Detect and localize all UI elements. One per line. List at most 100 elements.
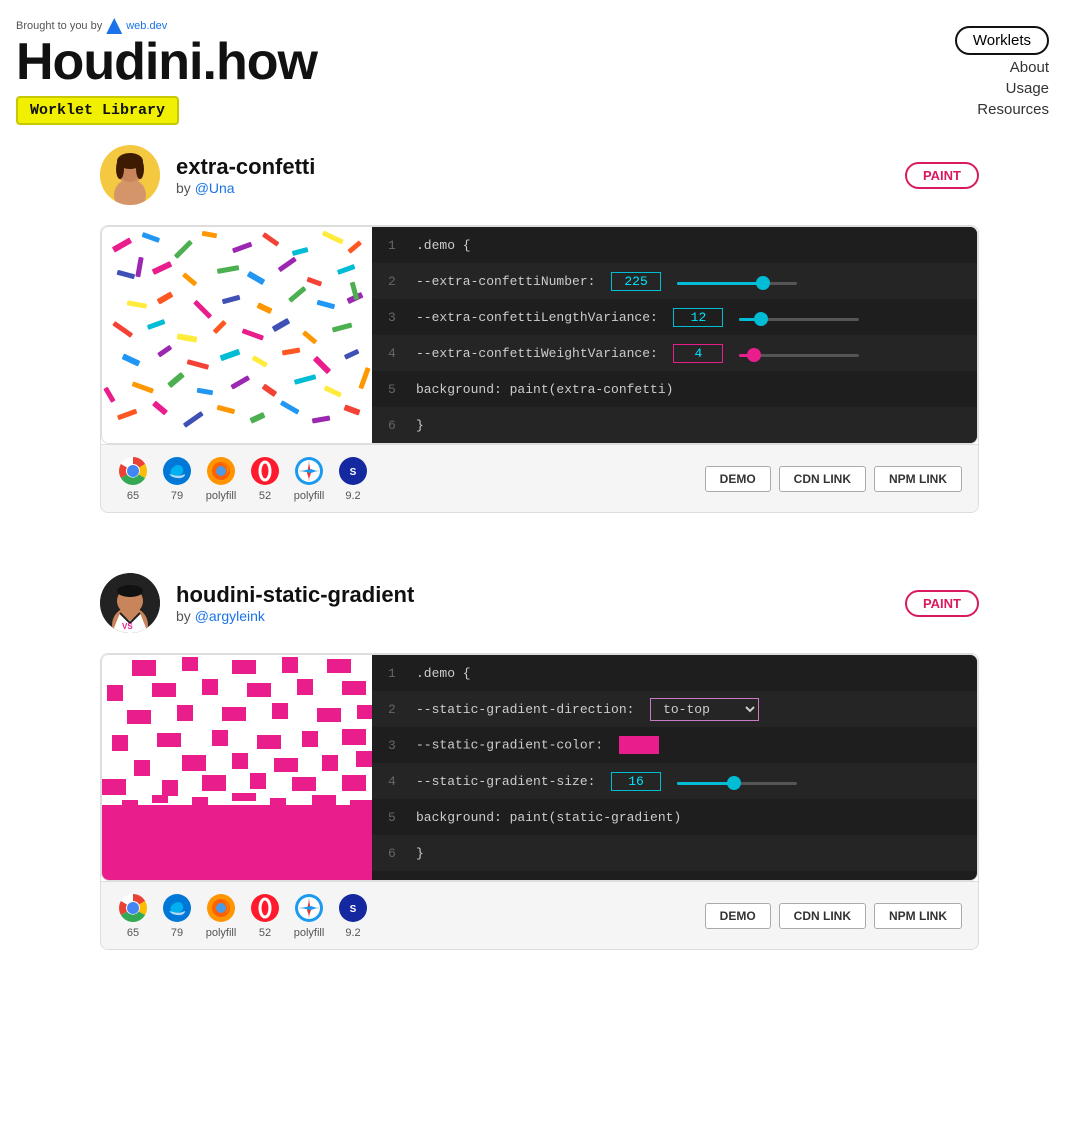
browser-item-chrome-2: 65 — [117, 892, 149, 939]
line-num-3: 3 — [388, 310, 404, 325]
samsung-icon: S — [337, 455, 369, 487]
cards-container: extra-confetti by @Una PAINT — [0, 125, 1079, 1030]
code-line-1: 1 .demo { — [372, 227, 977, 263]
worklet-card-extra-confetti: extra-confetti by @Una PAINT — [100, 145, 979, 513]
worklet-card-houdini-static-gradient: VS houdini-static-gradient by @argyleink… — [100, 573, 979, 950]
code-line-3: 3 --extra-confettiLengthVariance: — [372, 299, 977, 335]
demo-box: 1 .demo { 2 --extra-confettiNumber: — [101, 226, 978, 444]
browser-item-firefox: polyfill — [205, 455, 237, 502]
confetti-length-input[interactable] — [673, 308, 723, 327]
chrome-version-2: 65 — [127, 927, 139, 939]
gradient-direction-select[interactable]: to-top to-bottom to-left to-right — [650, 698, 759, 721]
nav-resources-link[interactable]: Resources — [977, 101, 1049, 118]
line-num-2-3: 3 — [388, 738, 404, 753]
line-num-2-4: 4 — [388, 774, 404, 789]
line-content-2: --extra-confettiNumber: — [416, 272, 797, 291]
browser-icons: 65 79 polyfill — [117, 455, 369, 502]
code-line-2-2: 2 --static-gradient-direction: to-top to… — [372, 691, 977, 727]
card-header-left: extra-confetti by @Una — [100, 145, 315, 205]
opera-version: 52 — [259, 490, 271, 502]
code-panel-2: 1 .demo { 2 --static-gradient-direction:… — [372, 655, 977, 880]
card-bottom-2: 65 79 polyfill — [101, 881, 978, 949]
gradient-preview — [102, 655, 372, 880]
edge-icon-2 — [161, 892, 193, 924]
avatar-image-2: VS — [100, 573, 160, 633]
card-header-2: VS houdini-static-gradient by @argyleink… — [100, 573, 979, 633]
line-content-2-6: } — [416, 846, 424, 861]
code-line-2-4: 4 --static-gradient-size: — [372, 763, 977, 799]
svg-text:VS: VS — [122, 622, 133, 631]
browser-item-firefox-2: polyfill — [205, 892, 237, 939]
confetti-svg — [102, 227, 372, 437]
line-content-2-5: background: paint(static-gradient) — [416, 810, 681, 825]
confetti-number-input[interactable] — [611, 272, 661, 291]
card-title-section: extra-confetti by @Una — [176, 154, 315, 196]
browser-item-chrome: 65 — [117, 455, 149, 502]
action-buttons: DEMO CDN LINK NPM LINK — [705, 466, 962, 492]
code-panel: 1 .demo { 2 --extra-confettiNumber: — [372, 227, 977, 443]
header-left: Brought to you by web.dev Houdini.how Wo… — [16, 18, 317, 125]
line-content-3: --extra-confettiLengthVariance: — [416, 308, 859, 327]
demo-button[interactable]: DEMO — [705, 466, 771, 492]
line-content-5: background: paint(extra-confetti) — [416, 382, 673, 397]
safari-version: polyfill — [294, 490, 325, 502]
browser-item-opera-2: 52 — [249, 892, 281, 939]
line-content-6: } — [416, 418, 424, 433]
gradient-color-swatch[interactable] — [619, 736, 659, 754]
author-link-2[interactable]: @argyleink — [195, 608, 265, 624]
gradient-size-input[interactable] — [611, 772, 661, 791]
nav-about-link[interactable]: About — [1010, 59, 1049, 76]
main-nav: Worklets About Usage Resources — [955, 18, 1049, 118]
demo-box-wrapper: 1 .demo { 2 --extra-confettiNumber: — [100, 225, 979, 513]
samsung-version: 9.2 — [345, 490, 360, 502]
code-line-5: 5 background: paint(extra-confetti) — [372, 371, 977, 407]
line-num-5: 5 — [388, 382, 404, 397]
line-content-2-3: --static-gradient-color: — [416, 736, 659, 754]
edge-version-2: 79 — [171, 927, 183, 939]
demo-box-wrapper-2: 1 .demo { 2 --static-gradient-direction:… — [100, 653, 979, 950]
line-content-4: --extra-confettiWeightVariance: — [416, 344, 859, 363]
opera-version-2: 52 — [259, 927, 271, 939]
demo-button-2[interactable]: DEMO — [705, 903, 771, 929]
nav-usage-link[interactable]: Usage — [1006, 80, 1049, 97]
line-num-6: 6 — [388, 418, 404, 433]
code-line-6: 6 } — [372, 407, 977, 443]
cdn-link-button[interactable]: CDN LINK — [779, 466, 866, 492]
browser-item-edge-2: 79 — [161, 892, 193, 939]
confetti-preview — [102, 227, 372, 437]
chrome-version: 65 — [127, 490, 139, 502]
cdn-link-button-2[interactable]: CDN LINK — [779, 903, 866, 929]
opera-icon-2 — [249, 892, 281, 924]
browser-item-safari-2: polyfill — [293, 892, 325, 939]
samsung-version-2: 9.2 — [345, 927, 360, 939]
worklet-library-badge: Worklet Library — [16, 96, 179, 125]
site-title: Houdini.how — [16, 36, 317, 88]
code-line-4: 4 --extra-confettiWeightVariance: — [372, 335, 977, 371]
line-num-2-6: 6 — [388, 846, 404, 861]
nav-worklets-button[interactable]: Worklets — [955, 26, 1049, 55]
confetti-weight-input[interactable] — [673, 344, 723, 363]
line-num-2-2: 2 — [388, 702, 404, 717]
worklet-name-2: houdini-static-gradient — [176, 582, 414, 608]
firefox-icon — [205, 455, 237, 487]
action-buttons-2: DEMO CDN LINK NPM LINK — [705, 903, 962, 929]
author-prefix-2: by — [176, 608, 195, 624]
code-line-2-3: 3 --static-gradient-color: — [372, 727, 977, 763]
card-bottom: 65 79 polyfill — [101, 444, 978, 512]
npm-link-button[interactable]: NPM LINK — [874, 466, 962, 492]
author-link[interactable]: @Una — [195, 180, 235, 196]
line-num-1: 1 — [388, 238, 404, 253]
browser-item-samsung-2: S 9.2 — [337, 892, 369, 939]
chrome-icon-2 — [117, 892, 149, 924]
browser-icons-2: 65 79 polyfill — [117, 892, 369, 939]
npm-link-button-2[interactable]: NPM LINK — [874, 903, 962, 929]
worklet-name: extra-confetti — [176, 154, 315, 180]
svg-text:S: S — [350, 904, 357, 915]
paint-badge: PAINT — [905, 162, 979, 189]
code-line-2: 2 --extra-confettiNumber: — [372, 263, 977, 299]
code-line-2-6: 6 } — [372, 835, 977, 871]
code-line-2-5: 5 background: paint(static-gradient) — [372, 799, 977, 835]
svg-text:S: S — [350, 467, 357, 478]
code-line-2-1: 1 .demo { — [372, 655, 977, 691]
line-content-2-2: --static-gradient-direction: to-top to-b… — [416, 698, 759, 721]
